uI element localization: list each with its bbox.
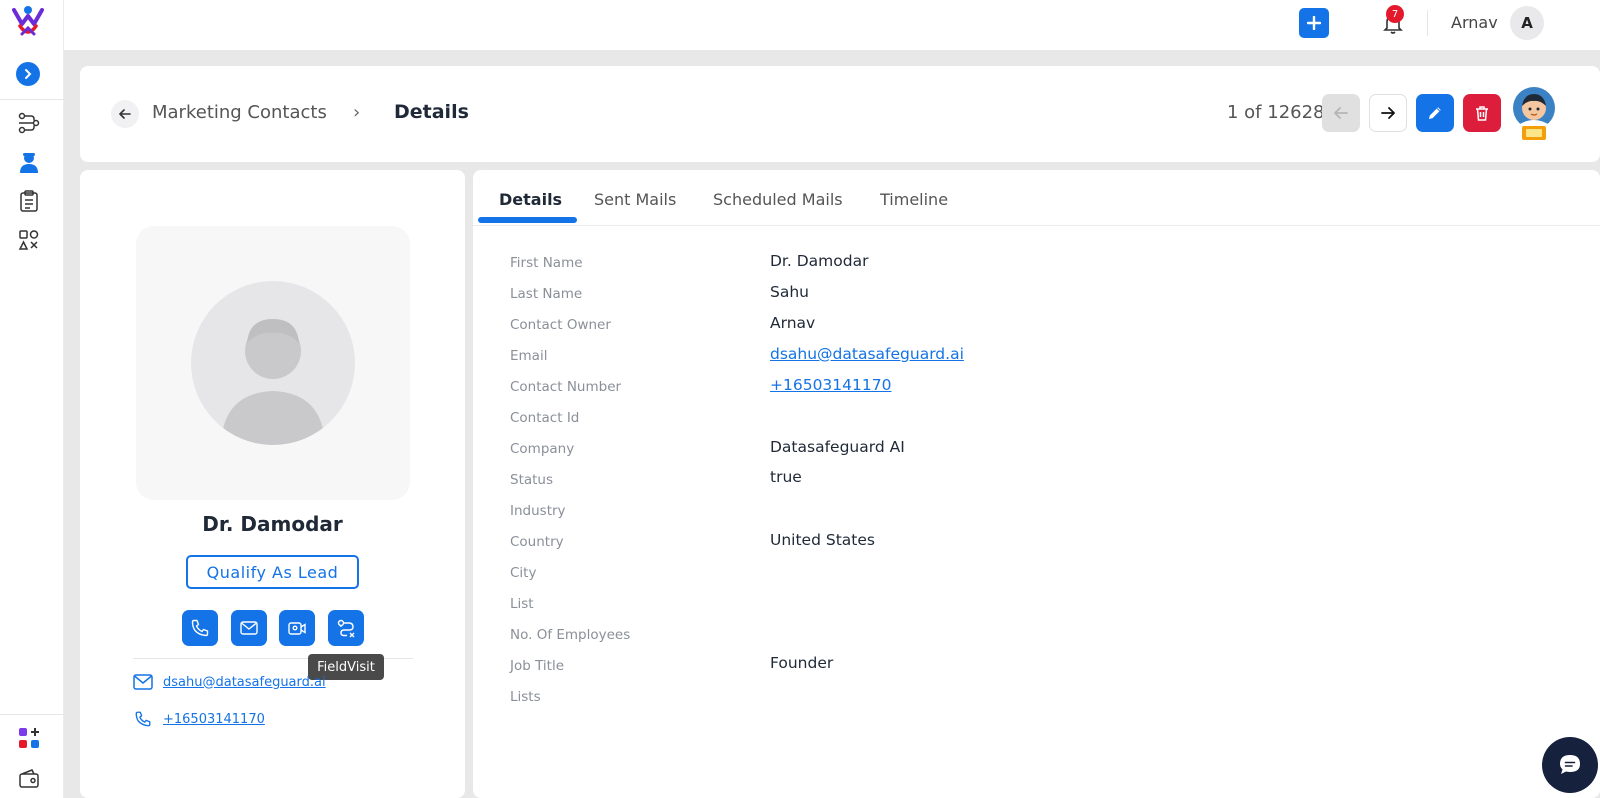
- wallet-icon: [19, 769, 39, 788]
- field-value-contact-owner: Arnav: [770, 314, 816, 332]
- field-label: Country: [510, 534, 564, 550]
- left-sidebar: [0, 0, 64, 798]
- sidebar-item-shapes[interactable]: [16, 227, 42, 253]
- arrow-left-icon: [1334, 107, 1348, 119]
- contact-phone-link[interactable]: +16503141170: [163, 712, 265, 727]
- details-tabs: Details Sent Mails Scheduled Mails Timel…: [473, 170, 1600, 226]
- contact-phone-line: +16503141170: [133, 710, 265, 728]
- apps-icon: [19, 728, 39, 748]
- sidebar-item-wallet[interactable]: [16, 766, 42, 792]
- field-value-country: United States: [770, 531, 875, 549]
- details-panel: Details Sent Mails Scheduled Mails Timel…: [473, 170, 1600, 798]
- previous-record-button[interactable]: [1322, 94, 1360, 132]
- tab-timeline[interactable]: Timeline: [880, 190, 948, 209]
- phone-icon: [191, 619, 209, 637]
- chat-bubble-icon: [1560, 755, 1580, 774]
- sidebar-item-apps[interactable]: [16, 725, 42, 751]
- field-label: List: [510, 596, 534, 612]
- arrow-left-icon: [119, 109, 131, 119]
- user-name[interactable]: Arnav: [1451, 13, 1498, 32]
- chevron-right-icon: [25, 69, 32, 79]
- field-label: Contact Number: [510, 379, 622, 395]
- mail-icon: [133, 674, 153, 690]
- field-label: Contact Id: [510, 410, 580, 426]
- field-visit-button[interactable]: [328, 610, 364, 646]
- field-label: Contact Owner: [510, 317, 611, 333]
- sidebar-item-tasks[interactable]: [16, 188, 42, 214]
- contacts-icon: [20, 153, 38, 173]
- clipboard-icon: [20, 190, 38, 212]
- mail-icon: [240, 621, 258, 635]
- sidebar-divider: [0, 714, 64, 715]
- contact-name: Dr. Damodar: [202, 512, 343, 536]
- active-tab-indicator: [478, 217, 577, 223]
- field-label: No. Of Employees: [510, 627, 631, 643]
- workflow-icon: [18, 112, 40, 134]
- qualify-as-lead-button[interactable]: Qualify As Lead: [186, 555, 359, 589]
- edit-button[interactable]: [1416, 94, 1454, 132]
- field-value-company: Datasafeguard AI: [770, 438, 905, 456]
- field-visit-icon: [337, 619, 355, 638]
- assistant-avatar-icon[interactable]: [1512, 86, 1556, 142]
- tab-details[interactable]: Details: [499, 190, 562, 209]
- email-button[interactable]: [231, 610, 267, 646]
- field-label: Email: [510, 348, 548, 364]
- sidebar-item-workflows[interactable]: [16, 110, 42, 136]
- trash-icon: [1476, 106, 1488, 121]
- breadcrumb-separator: ›: [353, 102, 361, 123]
- shapes-icon: [18, 230, 39, 250]
- next-record-button[interactable]: [1369, 94, 1407, 132]
- call-button[interactable]: [182, 610, 218, 646]
- tab-scheduled-mails[interactable]: Scheduled Mails: [713, 190, 843, 209]
- contact-email-line: dsahu@datasafeguard.ai: [133, 674, 326, 690]
- profile-card: Dr. Damodar Qualify As Lead FieldVisit d…: [80, 170, 465, 798]
- field-label: Industry: [510, 503, 566, 519]
- breadcrumb-parent-link[interactable]: Marketing Contacts: [152, 102, 327, 123]
- user-avatar[interactable]: A: [1510, 6, 1544, 40]
- field-label: City: [510, 565, 537, 581]
- topbar-divider: [1427, 10, 1428, 36]
- field-label: Lists: [510, 689, 541, 705]
- add-button[interactable]: [1299, 8, 1329, 38]
- field-value-first-name: Dr. Damodar: [770, 252, 869, 270]
- video-call-icon: [288, 622, 306, 635]
- field-label: Last Name: [510, 286, 583, 302]
- app-logo-icon[interactable]: [10, 4, 46, 40]
- profile-photo: [191, 281, 355, 445]
- sidebar-divider: [0, 99, 64, 100]
- field-value-last-name: Sahu: [770, 283, 809, 301]
- field-value-job-title: Founder: [770, 654, 834, 672]
- sidebar-item-contacts[interactable]: [16, 149, 42, 175]
- video-call-button[interactable]: [279, 610, 315, 646]
- field-value-email-link[interactable]: dsahu@datasafeguard.ai: [770, 345, 964, 363]
- field-label: First Name: [510, 255, 583, 271]
- field-label: Job Title: [510, 658, 565, 674]
- field-label: Company: [510, 441, 575, 457]
- profile-photo-box: [136, 226, 410, 500]
- top-bar: 7 Arnav A: [64, 0, 1600, 50]
- person-placeholder-icon: [221, 319, 325, 445]
- field-value-contact-number-link[interactable]: +16503141170: [770, 376, 891, 394]
- field-value-status: true: [770, 468, 802, 486]
- back-button[interactable]: [111, 100, 139, 128]
- field-label: Status: [510, 472, 554, 488]
- plus-icon: [1307, 16, 1321, 30]
- page-title: Details: [394, 101, 469, 123]
- contact-email-link[interactable]: dsahu@datasafeguard.ai: [163, 675, 326, 690]
- phone-icon: [135, 711, 151, 727]
- page-header: Marketing Contacts › Details 1 of 12628: [80, 66, 1600, 162]
- chat-support-button[interactable]: [1542, 737, 1598, 793]
- notification-count-badge: 7: [1386, 5, 1404, 23]
- tab-sent-mails[interactable]: Sent Mails: [594, 190, 676, 209]
- record-pager-text: 1 of 12628: [1227, 102, 1325, 123]
- pencil-icon: [1429, 107, 1441, 119]
- delete-button[interactable]: [1463, 94, 1501, 132]
- arrow-right-icon: [1381, 107, 1395, 119]
- expand-sidebar-button[interactable]: [16, 62, 40, 86]
